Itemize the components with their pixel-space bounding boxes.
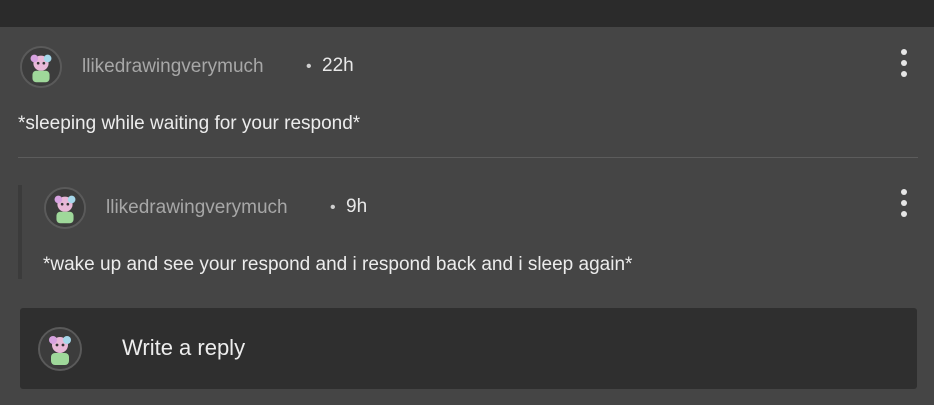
comment-username[interactable]: llikedrawingverymuch	[82, 56, 264, 78]
comment-timestamp: 22h	[322, 55, 354, 76]
more-vertical-icon	[901, 49, 907, 55]
divider	[18, 157, 918, 158]
more-options-button[interactable]	[897, 49, 911, 77]
avatar[interactable]	[20, 46, 62, 88]
reply-timestamp: 9h	[346, 196, 368, 217]
reply-text: *wake up and see your respond and i resp…	[43, 254, 633, 275]
comment-text: *sleeping while waiting for your respond…	[18, 113, 361, 134]
avatar[interactable]	[44, 187, 86, 229]
reply-input[interactable]	[120, 332, 884, 364]
more-vertical-icon	[901, 189, 907, 195]
thread-line	[18, 185, 22, 279]
reply-composer[interactable]	[20, 308, 917, 389]
meta-separator: •	[330, 199, 336, 216]
comment-card: llikedrawingverymuch • 22h *sleeping whi…	[0, 27, 934, 405]
more-options-button[interactable]	[897, 189, 911, 217]
reply-username[interactable]: llikedrawingverymuch	[106, 197, 288, 219]
meta-separator: •	[306, 58, 312, 75]
avatar	[38, 327, 82, 371]
top-bar	[0, 0, 934, 27]
